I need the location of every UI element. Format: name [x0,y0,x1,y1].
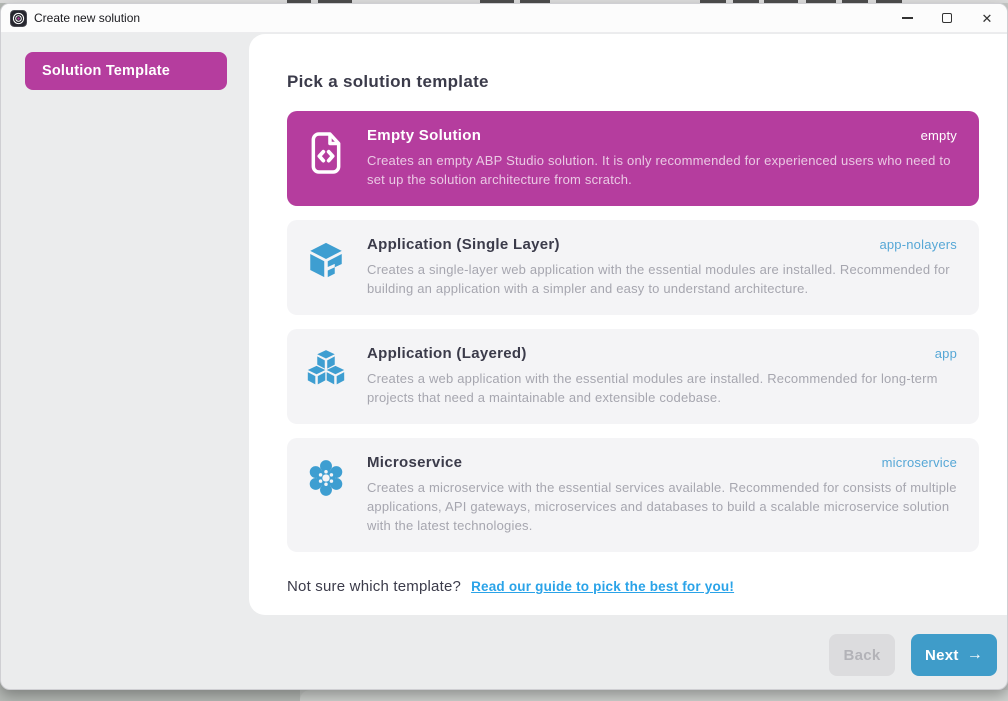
template-card[interactable]: Empty Solution empty Creates an empty AB… [287,111,979,206]
footer-actions: Back Next → [829,634,997,676]
template-description: Creates a web application with the essen… [367,369,957,407]
template-tag: microservice [882,455,957,470]
background-window-bottom-edge [300,690,1008,701]
sidebar-item-solution-template[interactable]: Solution Template [25,52,227,90]
minimize-button[interactable] [887,4,927,32]
window-controls: ✕ [887,4,1007,32]
template-title: Application (Single Layer) [367,236,560,253]
template-title: Application (Layered) [367,345,527,362]
template-card[interactable]: Application (Layered) app Creates a web … [287,329,979,424]
page-title: Pick a solution template [287,72,979,92]
maximize-icon [942,13,952,23]
template-tag: app [935,346,957,361]
template-tag: app-nolayers [879,237,957,252]
guide-question: Not sure which template? [287,578,461,595]
minimize-icon [902,17,913,18]
content-panel: Pick a solution template Empty Solution … [249,34,1007,615]
next-button-label: Next [925,647,959,664]
template-tag: empty [921,128,957,143]
close-icon: ✕ [982,12,993,25]
guide-link[interactable]: Read our guide to pick the best for you! [471,579,734,594]
template-title: Microservice [367,454,462,471]
maximize-button[interactable] [927,4,967,32]
close-button[interactable]: ✕ [967,4,1007,32]
template-title: Empty Solution [367,127,481,144]
template-list: Empty Solution empty Creates an empty AB… [287,111,979,552]
next-button[interactable]: Next → [911,634,997,676]
titlebar: Create new solution ✕ [1,4,1007,33]
cube-icon [305,236,347,298]
window-title: Create new solution [34,11,140,25]
guide-row: Not sure which template? Read our guide … [287,578,979,595]
template-card[interactable]: Application (Single Layer) app-nolayers … [287,220,979,315]
template-description: Creates a single-layer web application w… [367,260,957,298]
create-new-solution-dialog: Create new solution ✕ Solution Template … [0,3,1008,690]
template-description: Creates an empty ABP Studio solution. It… [367,151,957,189]
empty-file-code-icon [305,127,347,189]
stacked-cubes-icon [305,345,347,407]
back-button[interactable]: Back [829,634,895,676]
arrow-right-icon: → [967,647,983,663]
abp-studio-app-icon [10,10,27,27]
template-description: Creates a microservice with the essentia… [367,478,957,535]
molecule-icon [305,454,347,535]
template-card[interactable]: Microservice microservice Creates a micr… [287,438,979,552]
